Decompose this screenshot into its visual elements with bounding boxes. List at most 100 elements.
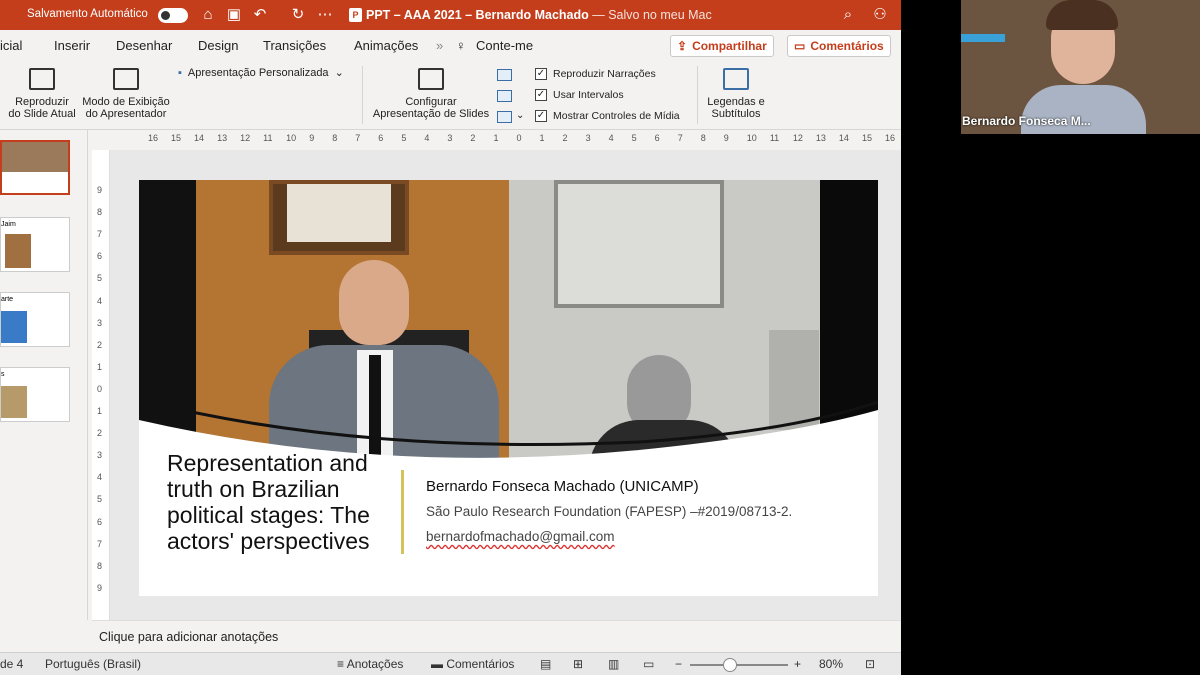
ruler-tick-label: 8 bbox=[97, 560, 103, 571]
ruler-tick-label: 11 bbox=[263, 133, 273, 143]
comments-button[interactable]: ▭ Comentários bbox=[787, 35, 891, 57]
ruler-tick-label: 7 bbox=[97, 538, 103, 549]
tab-design[interactable]: Design bbox=[198, 38, 238, 53]
participant-name: Bernardo Fonseca M... bbox=[962, 114, 1091, 128]
notes-icon: ≡ bbox=[337, 657, 345, 671]
comment-icon: ▭ bbox=[794, 39, 806, 53]
checkbox-label: Mostrar Controles de Mídia bbox=[553, 110, 680, 122]
setup-slideshow-button[interactable]: Configurar Apresentação de Slides bbox=[370, 68, 492, 120]
comment-icon: ▬ bbox=[431, 657, 443, 671]
thumbnail-image bbox=[2, 142, 68, 172]
zoom-level[interactable]: 80% bbox=[819, 657, 843, 671]
ruler-tick-label: 10 bbox=[746, 133, 757, 143]
ruler-tick-label: 2 bbox=[97, 339, 103, 350]
slide-thumbnail-4[interactable]: s bbox=[0, 367, 70, 422]
home-icon[interactable]: ⌂ bbox=[198, 5, 218, 25]
framed-portrait bbox=[269, 180, 409, 255]
tab-transicoes[interactable]: Transições bbox=[263, 38, 326, 53]
thumbnail-label: Jaim bbox=[1, 221, 16, 228]
reading-view-icon[interactable]: ▥ bbox=[608, 657, 619, 671]
language-status[interactable]: Português (Brasil) bbox=[45, 657, 141, 671]
thumbnail-image bbox=[1, 311, 27, 343]
tabs-overflow-icon[interactable]: » bbox=[436, 38, 443, 53]
ruler-tick-label: 6 bbox=[378, 133, 384, 143]
ruler-tick-label: 5 bbox=[97, 273, 103, 284]
play-narrations-checkbox[interactable]: ✓ Reproduzir Narrações bbox=[535, 68, 656, 80]
presenter-view-button[interactable]: Modo de Exibição do Apresentador bbox=[80, 68, 172, 120]
zoom-out-icon[interactable]: − bbox=[675, 657, 682, 671]
funding-line: São Paulo Research Foundation (FAPESP) –… bbox=[426, 504, 793, 519]
ruler-tick-label: 9 bbox=[97, 582, 103, 593]
captions-label: Legendas e Subtítulos bbox=[707, 96, 765, 120]
slide-thumbnail-1[interactable] bbox=[0, 140, 70, 195]
participant-hair bbox=[1046, 0, 1118, 30]
ruler-tick-label: 9 bbox=[723, 133, 729, 143]
email-line[interactable]: bernardofmachado@gmail.com bbox=[426, 529, 615, 544]
ruler-tick-label: 4 bbox=[97, 472, 103, 483]
tab-desenhar[interactable]: Desenhar bbox=[116, 38, 172, 53]
tab-inserir[interactable]: Inserir bbox=[54, 38, 90, 53]
play-current-label: Reproduzir do Slide Atual bbox=[8, 96, 76, 120]
save-icon[interactable]: ▣ bbox=[224, 5, 244, 25]
ruler-tick-label: 13 bbox=[217, 133, 228, 143]
zoom-slider-handle[interactable] bbox=[723, 658, 737, 672]
comments-status-label: Comentários bbox=[446, 657, 515, 671]
ruler-tick-label: 8 bbox=[97, 207, 103, 218]
ruler-tick-label: 5 bbox=[97, 494, 103, 505]
tab-animacoes[interactable]: Animações bbox=[354, 38, 418, 53]
powerpoint-window: Salvamento Automático ⌂ ▣ ↶ ↻ ⋯ P PPT – … bbox=[0, 0, 901, 675]
show-media-controls-checkbox[interactable]: ✓ Mostrar Controles de Mídia bbox=[535, 110, 680, 122]
share-label: Compartilhar bbox=[692, 39, 767, 53]
zoom-slider[interactable] bbox=[690, 664, 788, 666]
notes-input[interactable]: Clique para adicionar anotações bbox=[92, 620, 901, 652]
slide-thumbnail-3[interactable]: arte bbox=[0, 292, 70, 347]
autosave-toggle[interactable] bbox=[158, 8, 188, 23]
slide[interactable]: Representation and truth on Brazilian po… bbox=[139, 180, 878, 596]
more-icon[interactable]: ⋯ bbox=[315, 5, 335, 25]
accent-bar bbox=[401, 470, 404, 554]
notes-toggle-button[interactable]: ≡ Anotações bbox=[337, 657, 403, 671]
zoom-in-icon[interactable]: + bbox=[794, 657, 801, 671]
checkmark-icon: ✓ bbox=[535, 68, 547, 80]
hide-slide-icon[interactable] bbox=[497, 69, 512, 81]
tab-inicial[interactable]: icial bbox=[0, 38, 22, 53]
ruler-tick-label: 7 bbox=[355, 133, 361, 143]
comments-label: Comentários bbox=[810, 39, 884, 53]
account-icon[interactable]: ⚇ bbox=[870, 5, 890, 25]
rehearse-timings-icon[interactable] bbox=[497, 90, 512, 102]
record-slideshow-icon[interactable] bbox=[497, 111, 512, 123]
custom-show-icon: ▪ bbox=[178, 67, 182, 79]
undo-icon[interactable]: ↶ bbox=[250, 5, 270, 25]
search-icon[interactable]: ⌕ bbox=[838, 5, 858, 25]
presenter-view-label: Modo de Exibição do Apresentador bbox=[82, 96, 170, 120]
captions-subtitles-button[interactable]: Legendas e Subtítulos bbox=[704, 68, 768, 120]
use-timings-checkbox[interactable]: ✓ Usar Intervalos bbox=[535, 89, 624, 101]
document-title[interactable]: PPT – AAA 2021 – Bernardo Machado — Salv… bbox=[366, 8, 712, 22]
ruler-tick-label: 12 bbox=[792, 133, 803, 143]
comments-toggle-button[interactable]: ▬ Comentários bbox=[431, 657, 514, 671]
record-chevron-down-icon[interactable]: ⌄ bbox=[516, 110, 524, 121]
thumbnail-label: s bbox=[1, 371, 5, 378]
ruler-tick-label: 2 bbox=[470, 133, 476, 143]
fit-to-window-icon[interactable]: ⊡ bbox=[865, 657, 875, 671]
ruler-tick-label: 10 bbox=[286, 133, 297, 143]
horizontal-ruler: 16 15 14 13 12 11 10 9 8 7 6 5 4 3 2 1 0 1 2 3 4 5 6 7 8 9 10 11 12 1… bbox=[108, 130, 901, 150]
normal-view-icon[interactable]: ▤ bbox=[540, 657, 551, 671]
ruler-tick-label: 8 bbox=[700, 133, 706, 143]
slideshow-icon bbox=[29, 68, 55, 90]
slide-sorter-icon[interactable]: ⊞ bbox=[573, 657, 583, 671]
slideshow-view-icon[interactable]: ▭ bbox=[643, 657, 654, 671]
ribbon-toolbar: Reproduzir do Slide Atual Modo de Exibiç… bbox=[0, 60, 901, 130]
tell-me-search[interactable]: Conte-me bbox=[476, 38, 533, 53]
ruler-tick-label: 1 bbox=[539, 133, 545, 143]
custom-show-dropdown[interactable]: ▪ Apresentação Personalizada ⌄ bbox=[178, 67, 353, 79]
share-button[interactable]: ⇪ Compartilhar bbox=[670, 35, 774, 57]
thumbnail-label: arte bbox=[1, 296, 14, 303]
setup-slideshow-icon bbox=[418, 68, 444, 90]
redo-icon[interactable]: ↻ bbox=[288, 5, 308, 25]
slide-thumbnail-2[interactable]: Jaim bbox=[0, 217, 70, 272]
ruler-tick-label: 14 bbox=[838, 133, 849, 143]
ribbon-divider bbox=[362, 66, 363, 124]
play-from-current-button[interactable]: Reproduzir do Slide Atual bbox=[8, 68, 76, 120]
ruler-tick-label: 8 bbox=[332, 133, 338, 143]
